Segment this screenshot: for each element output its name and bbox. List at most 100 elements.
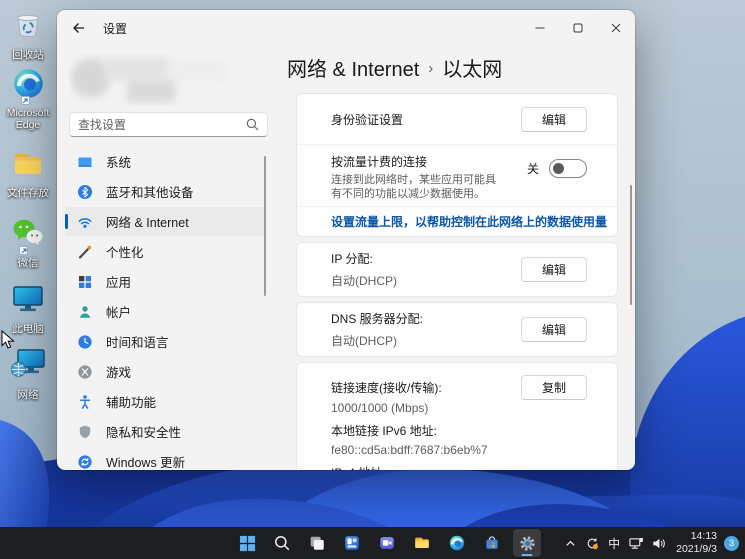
set-data-limit-link[interactable]: 设置流量上限，以帮助控制在此网络上的数据使用量 bbox=[331, 213, 607, 230]
volume-icon[interactable] bbox=[648, 530, 668, 556]
desktop-icon-label: Microsoft Edge bbox=[6, 107, 50, 132]
settings-window: 设置 查找设置 系统 蓝牙和其他设备 网络 & Internet 个性化 应用 … bbox=[57, 10, 635, 470]
shortcut-arrow-icon bbox=[20, 96, 30, 105]
breadcrumb-current: 以太网 bbox=[442, 59, 503, 81]
sidebar-item-privacy-security[interactable]: 隐私和安全性 bbox=[65, 417, 266, 446]
sidebar-item-time-language[interactable]: 时间和语言 bbox=[65, 327, 266, 356]
connection-details-card: 链接速度(接收/传输): 复制 1000/1000 (Mbps) 本地链接 IP… bbox=[296, 362, 618, 470]
desktop-icon-this-pc[interactable]: 此电脑 bbox=[0, 286, 56, 335]
authentication-edit-button[interactable]: 编辑 bbox=[521, 106, 587, 132]
ipv6-label: 本地链接 IPv6 地址: bbox=[331, 424, 438, 438]
search-button[interactable] bbox=[268, 529, 296, 557]
tray-date: 2021/9/3 bbox=[676, 543, 717, 555]
desktop-icon-label: 此电脑 bbox=[12, 323, 44, 335]
authentication-row: 身份验证设置 编辑 bbox=[297, 94, 617, 144]
wechat-icon bbox=[11, 217, 45, 255]
system-icon bbox=[77, 154, 93, 170]
ime-indicator[interactable]: 中 bbox=[604, 530, 624, 556]
metered-toggle[interactable] bbox=[549, 159, 587, 178]
sidebar-item-system[interactable]: 系统 bbox=[65, 147, 266, 176]
toggle-state-label: 关 bbox=[526, 162, 539, 176]
shield-icon bbox=[77, 424, 93, 440]
dns-assignment-value: 自动(DHCP) bbox=[331, 334, 397, 348]
sidebar-item-label: 帐户 bbox=[106, 306, 132, 320]
settings-search bbox=[69, 112, 268, 137]
ipv6-value: fe80::cd5a:bdff:7687:b6eb%7 bbox=[331, 443, 488, 457]
close-button[interactable] bbox=[597, 10, 635, 46]
ip-assignment-label: IP 分配: bbox=[331, 252, 373, 266]
recycle-bin-icon bbox=[12, 9, 44, 46]
taskbar-buttons bbox=[233, 527, 541, 559]
person-icon bbox=[77, 304, 93, 320]
desktop-icon-label: 网络 bbox=[17, 389, 39, 401]
metered-connection-row: 按流量计费的连接 连接到此网络时，某些应用可能具有不同的功能以减少数据使用。 关 bbox=[297, 144, 617, 206]
sidebar-item-accounts[interactable]: 帐户 bbox=[65, 297, 266, 326]
brush-icon bbox=[77, 244, 93, 260]
copy-button[interactable]: 复制 bbox=[521, 374, 587, 400]
sidebar-item-label: 应用 bbox=[106, 276, 132, 290]
sidebar-item-apps[interactable]: 应用 bbox=[65, 267, 266, 296]
breadcrumb-separator: › bbox=[428, 60, 434, 77]
ip-assignment-card: IP 分配: 自动(DHCP) 编辑 bbox=[296, 242, 618, 297]
network-icon-desktop bbox=[10, 347, 46, 386]
sidebar-item-bluetooth[interactable]: 蓝牙和其他设备 bbox=[65, 177, 266, 206]
desktop-icon-folder[interactable]: 文件存放 bbox=[0, 150, 56, 199]
task-view-button[interactable] bbox=[303, 529, 331, 557]
minimize-button[interactable] bbox=[521, 10, 559, 46]
store-button[interactable] bbox=[478, 529, 506, 557]
ipv4-label: IPv4 地址: bbox=[331, 464, 587, 470]
system-tray: 中 14:13 2021/9/3 3 bbox=[560, 527, 742, 559]
xbox-icon bbox=[77, 364, 93, 380]
desktop-icon-recycle-bin[interactable]: 回收站 bbox=[0, 12, 56, 61]
user-account-blurred[interactable] bbox=[69, 54, 268, 106]
search-input[interactable] bbox=[70, 117, 246, 132]
sidebar-item-network-internet[interactable]: 网络 & Internet bbox=[65, 207, 266, 236]
desktop-icon-wechat[interactable]: 微信 bbox=[0, 217, 56, 269]
file-explorer-button[interactable] bbox=[408, 529, 436, 557]
dns-edit-button[interactable]: 编辑 bbox=[521, 317, 587, 342]
folder-icon bbox=[12, 149, 44, 184]
titlebar: 设置 bbox=[57, 10, 635, 46]
settings-button[interactable] bbox=[513, 529, 541, 557]
data-limit-row: 设置流量上限，以帮助控制在此网络上的数据使用量 bbox=[297, 206, 617, 236]
sidebar-item-personalization[interactable]: 个性化 bbox=[65, 237, 266, 266]
clock-icon bbox=[77, 334, 93, 350]
desktop-icon-label: 微信 bbox=[17, 257, 39, 269]
notification-badge[interactable]: 3 bbox=[724, 535, 739, 551]
sidebar-item-label: 隐私和安全性 bbox=[106, 426, 182, 440]
tray-chevron-icon[interactable] bbox=[560, 530, 580, 556]
edge-icon bbox=[13, 68, 44, 105]
breadcrumb-root[interactable]: 网络 & Internet bbox=[287, 53, 419, 82]
dns-assignment-label: DNS 服务器分配: bbox=[331, 312, 424, 326]
connection-settings-card: 身份验证设置 编辑 按流量计费的连接 连接到此网络时，某些应用可能具有不同的功能… bbox=[296, 93, 618, 237]
chat-button[interactable] bbox=[373, 529, 401, 557]
back-button[interactable] bbox=[63, 14, 95, 42]
desktop-icon-edge[interactable]: Microsoft Edge bbox=[0, 68, 56, 132]
widgets-button[interactable] bbox=[338, 529, 366, 557]
sidebar-item-label: 个性化 bbox=[106, 246, 144, 260]
this-pc-icon bbox=[11, 283, 45, 320]
sidebar-item-gaming[interactable]: 游戏 bbox=[65, 357, 266, 386]
ip-edit-button[interactable]: 编辑 bbox=[521, 257, 587, 282]
ip-assignment-value: 自动(DHCP) bbox=[331, 274, 397, 288]
sidebar-item-windows-update[interactable]: Windows 更新 bbox=[65, 447, 266, 470]
tray-time: 14:13 bbox=[690, 529, 717, 542]
link-speed-label: 链接速度(接收/传输): bbox=[331, 380, 442, 395]
ip-assignment-row: IP 分配: 自动(DHCP) 编辑 bbox=[297, 243, 617, 296]
sidebar-nav: 系统 蓝牙和其他设备 网络 & Internet 个性化 应用 帐户 时间和语言… bbox=[57, 147, 282, 470]
sidebar-item-label: Windows 更新 bbox=[106, 456, 186, 470]
content-scrollbar[interactable] bbox=[630, 185, 632, 305]
ethernet-tray-icon[interactable] bbox=[626, 530, 646, 556]
sidebar-scrollbar[interactable] bbox=[264, 156, 266, 296]
apps-icon bbox=[77, 274, 93, 290]
start-button[interactable] bbox=[233, 529, 261, 557]
edge-button[interactable] bbox=[443, 529, 471, 557]
maximize-button[interactable] bbox=[559, 10, 597, 46]
desktop: 回收站 Microsoft Edge 文件存放 微信 此电脑 网络 设置 查找设… bbox=[0, 0, 745, 559]
authentication-label: 身份验证设置 bbox=[331, 112, 404, 127]
sync-update-icon[interactable] bbox=[582, 530, 602, 556]
desktop-icon-network[interactable]: 网络 bbox=[0, 349, 56, 401]
taskbar-clock[interactable]: 14:13 2021/9/3 bbox=[670, 530, 721, 556]
sidebar-item-accessibility[interactable]: 辅助功能 bbox=[65, 387, 266, 416]
sidebar-item-label: 蓝牙和其他设备 bbox=[106, 186, 194, 200]
